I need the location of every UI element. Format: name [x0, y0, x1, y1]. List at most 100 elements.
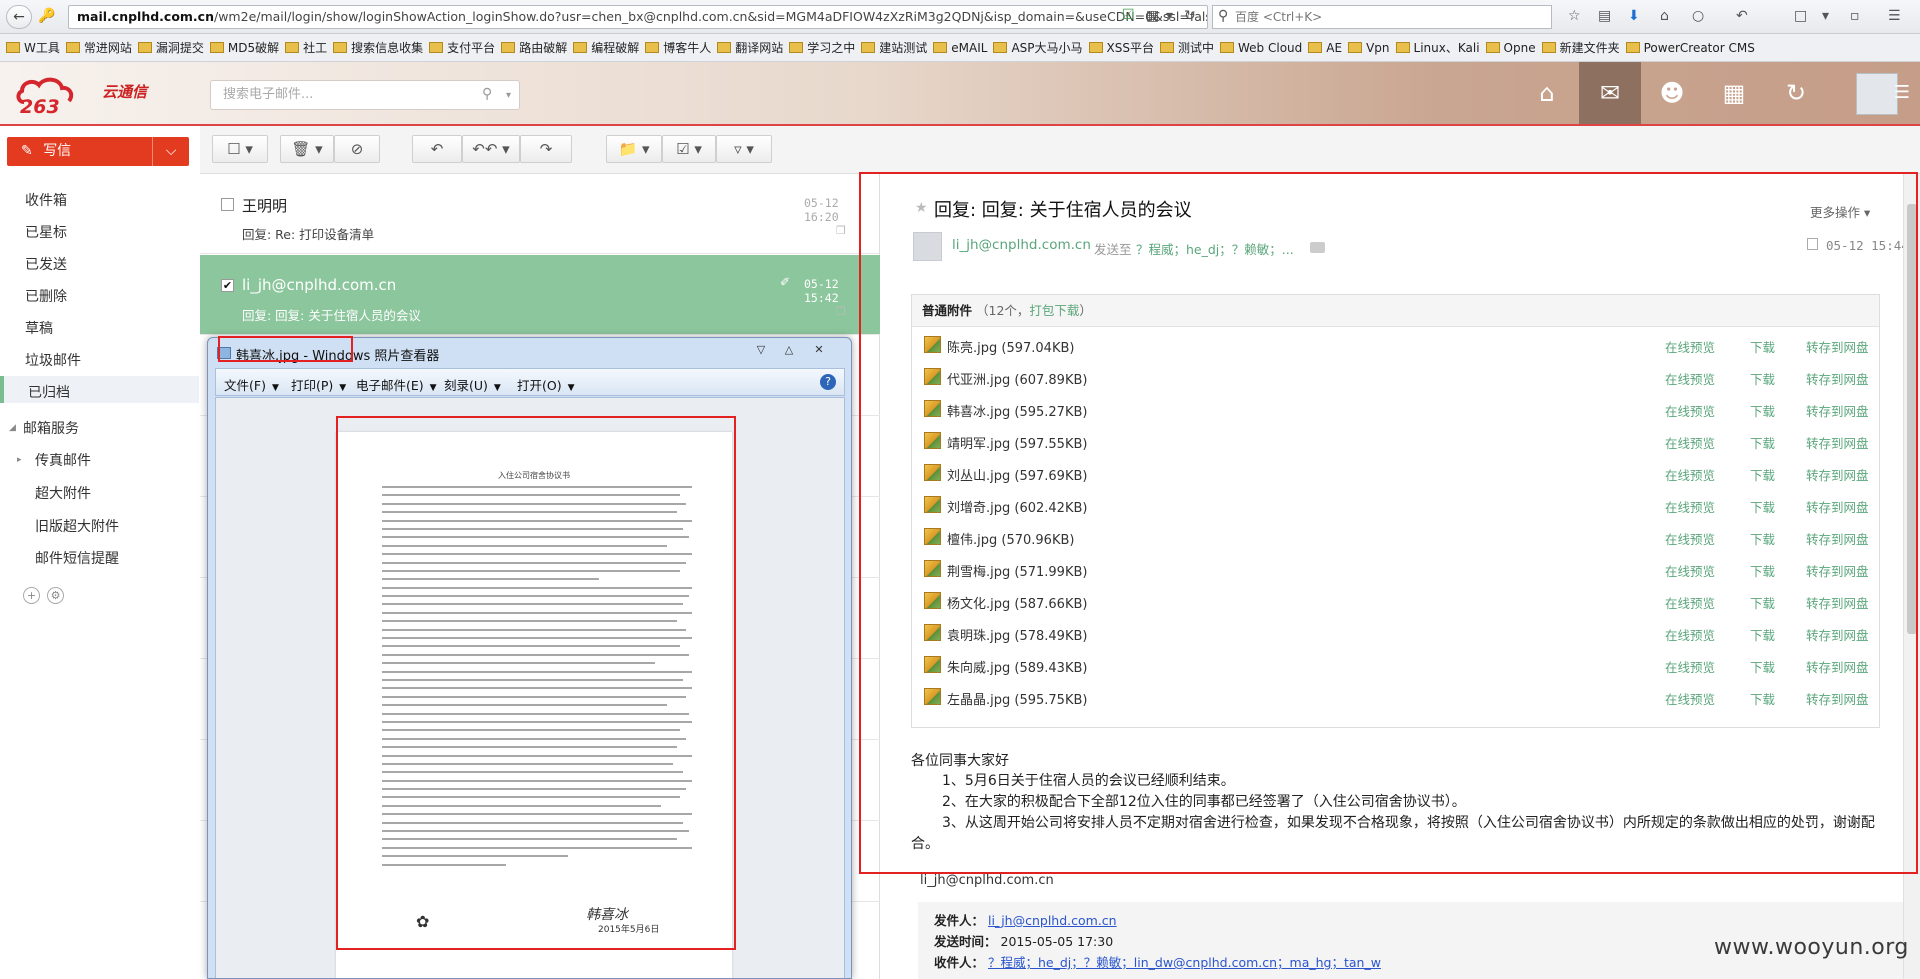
sidebar-item-folder[interactable]: 收件箱 — [25, 190, 67, 210]
save-to-disk-link[interactable]: 转存到网盘 — [1806, 561, 1869, 580]
bookmark-item[interactable]: 搜索信息收集 — [333, 34, 423, 61]
sidebar-item-folder[interactable]: 已删除 — [25, 286, 67, 306]
bookmark-item[interactable]: 社工 — [285, 34, 327, 61]
attachment-name[interactable]: 刘增奇.jpg (602.42KB) — [947, 497, 1087, 516]
qr-icon[interactable]: ▦ — [1146, 8, 1159, 24]
download-link[interactable]: 下载 — [1750, 497, 1775, 516]
preview-link[interactable]: 在线预览 — [1665, 369, 1715, 388]
home-icon[interactable]: ⌂ — [1516, 62, 1578, 124]
download-link[interactable]: 下载 — [1750, 561, 1775, 580]
save-to-disk-link[interactable]: 转存到网盘 — [1806, 625, 1869, 644]
attachment-name[interactable]: 荆雪梅.jpg (571.99KB) — [947, 561, 1087, 580]
sidebar-item-service[interactable]: 传真邮件 — [35, 450, 91, 470]
reading-list-icon[interactable]: ▤ — [1598, 8, 1611, 24]
attachment-name[interactable]: 代亚洲.jpg (607.89KB) — [947, 369, 1087, 388]
download-all-link[interactable]: 打包下载 — [1029, 303, 1079, 318]
download-link[interactable]: 下载 — [1750, 625, 1775, 644]
settings-icon[interactable]: ⚙ — [47, 587, 64, 604]
download-link[interactable]: 下载 — [1750, 593, 1775, 612]
chevron-right-icon[interactable]: ▸ — [17, 455, 22, 465]
sidebar-item-folder[interactable]: 垃圾邮件 — [25, 350, 81, 370]
bookmark-item[interactable]: 学习之中 — [789, 34, 855, 61]
scrollbar-thumb[interactable] — [1907, 204, 1917, 634]
message-from[interactable]: li_jh@cnplhd.com.cn — [952, 237, 1091, 253]
preview-link[interactable]: 在线预览 — [1665, 433, 1715, 452]
maximize-icon[interactable]: △ — [776, 341, 802, 359]
attachment-name[interactable]: 刘丛山.jpg (597.69KB) — [947, 465, 1087, 484]
save-to-disk-link[interactable]: 转存到网盘 — [1806, 529, 1869, 548]
reply-all-icon[interactable]: ↶↶ ▾ — [462, 135, 520, 163]
bookmark-item[interactable]: Linux、Kali — [1395, 34, 1480, 61]
sidebar-item-folder[interactable]: 已发送 — [25, 254, 67, 274]
dropdown-icon[interactable]: ▾ — [1822, 8, 1829, 24]
undo-icon[interactable]: ↶ — [1736, 8, 1748, 24]
mail-row[interactable]: ✔ li_jh@cnplhd.com.cn 回复: 回复: 关于住宿人员的会议 05-… — [200, 255, 880, 335]
comment-icon[interactable]: ▫ — [1850, 8, 1860, 24]
more-actions-button[interactable]: 更多操作 ▾ — [1810, 202, 1870, 221]
save-to-disk-link[interactable]: 转存到网盘 — [1806, 689, 1869, 708]
url-bar[interactable]: mail.cnplhd.com.cn/wm2e/mail/login/show/… — [68, 5, 1208, 29]
bookmark-item[interactable]: PowerCreator CMS — [1625, 34, 1755, 61]
delete-button[interactable]: 🗑 ▾ — [280, 135, 334, 163]
chat-icon[interactable]: ○ — [1692, 8, 1704, 24]
menu-icon[interactable]: ☰ — [1884, 62, 1920, 124]
preview-link[interactable]: 在线预览 — [1665, 561, 1715, 580]
minimize-icon[interactable]: ▽ — [748, 341, 774, 359]
download-link[interactable]: 下载 — [1750, 657, 1775, 676]
bookmark-item[interactable]: ASP大马小马 — [993, 34, 1083, 61]
dropdown-icon[interactable]: ▾ — [1166, 8, 1173, 24]
sync-icon[interactable]: ↻ — [1765, 62, 1827, 124]
browser-search-input[interactable]: 百度 <Ctrl+K> — [1212, 5, 1552, 29]
scrollbar[interactable] — [1903, 174, 1920, 979]
save-to-disk-link[interactable]: 转存到网盘 — [1806, 401, 1869, 420]
forward-icon[interactable]: ↷ — [520, 135, 572, 163]
help-icon[interactable]: ? — [820, 374, 836, 390]
chevron-down-icon[interactable]: ◢ — [9, 423, 16, 433]
save-to-disk-link[interactable]: 转存到网盘 — [1806, 465, 1869, 484]
quote-from-link[interactable]: li_jh@cnplhd.com.cn — [988, 913, 1117, 928]
reload-icon[interactable]: ↻ — [1184, 8, 1196, 24]
save-to-disk-link[interactable]: 转存到网盘 — [1806, 593, 1869, 612]
copy-icon[interactable]: ❒ — [836, 305, 846, 318]
chevron-down-icon[interactable]: ▾ — [506, 90, 511, 101]
bookmark-item[interactable]: 测试中 — [1160, 34, 1214, 61]
contacts-icon[interactable]: ☻ — [1641, 62, 1703, 124]
download-link[interactable]: 下载 — [1750, 433, 1775, 452]
viewer-menu-item[interactable]: 文件(F) ▼ — [224, 375, 279, 394]
quote-to-link[interactable]: ？程威；he_dj；？赖敏；lin_dw@cnplhd.com.cn；ma_hg… — [988, 955, 1381, 970]
bookmark-item[interactable]: 翻译网站 — [717, 34, 783, 61]
bookmark-item[interactable]: XSS平台 — [1088, 34, 1154, 61]
download-link[interactable]: 下载 — [1750, 337, 1775, 356]
move-folder-icon[interactable]: 📁 ▾ — [606, 135, 662, 163]
bookmark-item[interactable]: eMAIL — [933, 34, 987, 61]
mail-search-input[interactable]: 搜索电子邮件... — [210, 80, 520, 110]
mail-row[interactable]: 王明明 回复: Re: 打印设备清单 05-12 16:20 ❒ — [200, 174, 880, 254]
viewer-menu-item[interactable]: 打印(P) ▼ — [291, 375, 346, 394]
calendar-icon[interactable]: ▦ — [1703, 62, 1765, 124]
home-browser-icon[interactable]: ⌂ — [1660, 8, 1669, 24]
sidebar-item-folder[interactable]: 草稿 — [25, 318, 53, 338]
row-checkbox[interactable] — [221, 198, 234, 211]
bookmark-item[interactable]: 博客牛人 — [645, 34, 711, 61]
save-to-disk-link[interactable]: 转存到网盘 — [1806, 369, 1869, 388]
search-icon[interactable]: ⚲ — [482, 86, 492, 102]
sidebar-item-folder[interactable]: 已星标 — [25, 222, 67, 242]
preview-link[interactable]: 在线预览 — [1665, 593, 1715, 612]
preview-link[interactable]: 在线预览 — [1665, 625, 1715, 644]
attachment-name[interactable]: 左晶晶.jpg (595.75KB) — [947, 689, 1087, 708]
bookmark-item[interactable]: 编程破解 — [573, 34, 639, 61]
bookmark-star-icon[interactable]: ☆ — [1568, 8, 1581, 24]
preview-link[interactable]: 在线预览 — [1665, 337, 1715, 356]
attachment-name[interactable]: 韩喜冰.jpg (595.27KB) — [947, 401, 1087, 420]
sidebar-item-folder[interactable]: 已归档 — [28, 382, 70, 402]
compose-button[interactable]: ✎ 写信 ⌵ — [7, 137, 189, 166]
preview-link[interactable]: 在线预览 — [1665, 497, 1715, 516]
expand-recipients-icon[interactable] — [1310, 242, 1325, 253]
save-to-disk-link[interactable]: 转存到网盘 — [1806, 657, 1869, 676]
bookmark-item[interactable]: 路由破解 — [501, 34, 567, 61]
compose-template-icon[interactable]: ⌵ — [152, 137, 189, 166]
viewer-menu-item[interactable]: 电子邮件(E) ▼ — [356, 375, 437, 394]
preview-link[interactable]: 在线预览 — [1665, 401, 1715, 420]
filter-icon[interactable]: ▿ ▾ — [716, 135, 772, 163]
close-icon[interactable]: ✕ — [806, 341, 832, 359]
